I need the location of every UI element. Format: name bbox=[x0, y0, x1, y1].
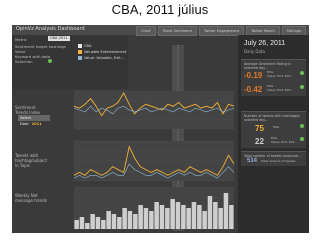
status-icon bbox=[300, 124, 304, 128]
status-icon bbox=[48, 59, 52, 63]
legend-item[interactable]: Value: Valuable, Exit... bbox=[78, 56, 124, 60]
legend-swatch bbox=[78, 44, 82, 48]
legend-swatch bbox=[78, 50, 82, 54]
section-label-weekly: Weekly Net message trends bbox=[15, 193, 47, 203]
date-selector[interactable]: Select Date 2011 bbox=[18, 115, 50, 126]
bar bbox=[218, 208, 223, 229]
metric-label: Metric bbox=[15, 37, 27, 42]
date-label: Select Date bbox=[20, 116, 32, 126]
bar bbox=[90, 214, 95, 229]
selection-panel: Metric CBA 2011 Sentiment target hashtag… bbox=[12, 35, 128, 89]
bar bbox=[223, 193, 229, 229]
card-subtext: Mhs bbox=[273, 125, 280, 129]
status-icon bbox=[300, 71, 304, 75]
bar bbox=[191, 202, 197, 229]
bar bbox=[181, 205, 186, 229]
section-label-tweets: Tweets with hashtag/subject in Topic bbox=[15, 153, 48, 168]
legend-swatch bbox=[78, 56, 82, 60]
dashboard-screenshot: OpinVz Analysis Dashboard Chart Tweet Se… bbox=[12, 25, 309, 233]
selected-date: July 26, 2011 bbox=[244, 40, 286, 47]
card-subtext: Mhs Value: Exit, Exit... bbox=[271, 136, 298, 144]
bar bbox=[197, 205, 202, 229]
bar bbox=[127, 211, 133, 229]
bar bbox=[117, 217, 122, 229]
status-icon bbox=[300, 85, 304, 89]
bar bbox=[101, 220, 106, 229]
sentiment-card: Average Sentiment Rating in selected day… bbox=[241, 59, 306, 96]
bar bbox=[170, 199, 175, 229]
total-card: Total number of tweets analyzed... 514 T… bbox=[241, 151, 306, 166]
bar bbox=[213, 202, 218, 229]
card-value: 75 bbox=[255, 124, 264, 133]
tweets-card: Number of tweets with hashtag/in selecte… bbox=[241, 111, 306, 148]
card-subtext: Mhs Value: Exit, Exit... bbox=[267, 70, 294, 78]
bar bbox=[79, 217, 85, 229]
status-icon bbox=[300, 137, 304, 141]
bar bbox=[74, 220, 79, 229]
bar bbox=[138, 205, 143, 229]
slide-title: CBA, 2011 július bbox=[111, 2, 209, 17]
legend-label: Valuable Entertainment bbox=[84, 50, 127, 54]
date-value: 2011 bbox=[31, 122, 42, 126]
bar bbox=[122, 208, 127, 229]
selected-date-caption: Daily Data bbox=[244, 49, 265, 54]
bar bbox=[202, 211, 207, 229]
bar bbox=[143, 208, 149, 229]
row-label: Selection bbox=[15, 59, 33, 64]
bar bbox=[175, 202, 181, 229]
card-subtext: Mhs Value: Exit, Exit... bbox=[267, 84, 294, 92]
bar bbox=[159, 205, 165, 229]
card-value: -0.19 bbox=[244, 71, 263, 80]
bar bbox=[165, 208, 170, 229]
metric-value[interactable]: CBA 2011 bbox=[48, 36, 70, 41]
card-subtext: Total amount of tweets bbox=[261, 159, 296, 163]
legend-item[interactable]: Valuable Entertainment bbox=[78, 50, 126, 54]
bar bbox=[149, 211, 154, 229]
bar bbox=[111, 214, 117, 229]
card-value: 514 bbox=[247, 158, 258, 164]
bar bbox=[85, 223, 90, 229]
legend-item[interactable]: CBA bbox=[78, 44, 91, 48]
card-heading: Number of tweets with hashtag/in selecte… bbox=[244, 114, 301, 122]
legend-label: CBA bbox=[84, 44, 92, 48]
bar bbox=[106, 211, 111, 229]
bar bbox=[186, 208, 191, 229]
section-label-sentiment: Sentiment Trends Index bbox=[15, 105, 41, 115]
bar bbox=[154, 202, 159, 229]
legend-label: Value: Valuable, Exit... bbox=[84, 56, 125, 60]
card-value: -0.42 bbox=[244, 85, 263, 94]
card-value: 22 bbox=[255, 137, 264, 146]
app-top-bar: OpinVz Analysis Dashboard Chart Tweet Se… bbox=[12, 25, 309, 36]
card-heading: Average Sentiment Rating in selected day… bbox=[244, 62, 292, 70]
detail-sidebar: July 26, 2011 Daily Data Average Sentime… bbox=[238, 35, 309, 233]
bar bbox=[133, 214, 138, 229]
bar bbox=[229, 205, 234, 229]
bar bbox=[207, 196, 213, 229]
bar bbox=[95, 217, 101, 229]
app-title: OpinVz Analysis Dashboard bbox=[16, 26, 85, 32]
